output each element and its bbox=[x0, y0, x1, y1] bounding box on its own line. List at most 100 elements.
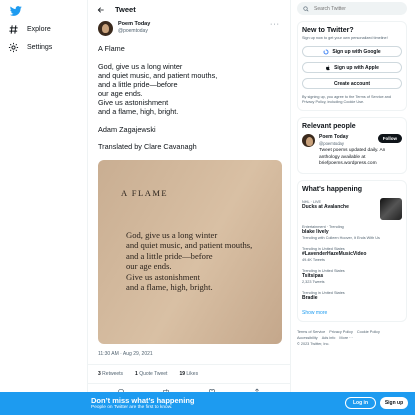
quotes-count: 1 bbox=[135, 370, 138, 377]
trend-name: Bradie bbox=[302, 294, 318, 301]
trend-name: #LavenderHazeMusicVideo bbox=[302, 250, 367, 257]
tweet-photo[interactable]: A FLAME God, give us a long winter and q… bbox=[98, 159, 282, 344]
trend-name: blake lively bbox=[302, 228, 329, 235]
retweets-count: 3 bbox=[98, 370, 101, 377]
photo-line: our age ends. bbox=[126, 261, 172, 272]
left-sidebar: Explore Settings bbox=[0, 0, 85, 392]
retweets-stat[interactable]: 3 Retweets bbox=[98, 371, 123, 377]
whats-happening-title: What's happening bbox=[302, 185, 362, 193]
tweet-timestamp[interactable]: 11:30 AM · Aug 29, 2021 bbox=[88, 344, 290, 365]
tweet-stats: 3 Retweets 1 Quote Tweet 19 Likes bbox=[88, 365, 290, 384]
footer-link[interactable]: More ··· bbox=[339, 336, 353, 340]
signup-button[interactable]: Sign up bbox=[380, 397, 408, 409]
retweets-label: Retweets bbox=[102, 370, 124, 377]
tweet-header: Tweet bbox=[88, 0, 290, 19]
photo-line: Give us astonishment bbox=[126, 271, 200, 282]
google-icon bbox=[323, 49, 329, 54]
tweet-author: Poem Today @poemtoday ··· bbox=[88, 19, 290, 36]
avatar[interactable] bbox=[98, 21, 113, 36]
search-input[interactable] bbox=[314, 5, 394, 12]
nav-explore[interactable]: Explore bbox=[8, 24, 51, 35]
footer-link[interactable]: Cookie Policy bbox=[357, 330, 380, 334]
terms-text: By signing up, you agree to the Terms of… bbox=[302, 95, 391, 104]
photo-line: and a little pride—before bbox=[126, 250, 213, 261]
hashtag-icon bbox=[9, 25, 18, 34]
create-account-button[interactable]: Create account bbox=[302, 78, 402, 89]
banner-headline: Don’t miss what’s happening bbox=[91, 396, 195, 405]
trend-item[interactable]: NHL · LIVE Ducks at Avalanche bbox=[302, 197, 402, 220]
author-handle[interactable]: @poemtoday bbox=[118, 28, 150, 34]
tweet-actions bbox=[88, 384, 290, 392]
trend-item[interactable]: Trending in United States Bradie bbox=[302, 291, 402, 302]
trend-name: Tsitsipas bbox=[302, 272, 324, 279]
poem-line: and quiet music, and patient mouths, bbox=[98, 70, 218, 80]
photo-line: and quiet music, and patient mouths, bbox=[126, 240, 253, 251]
trend-count: Trending with Colleen Hoover, It Ends Wi… bbox=[302, 235, 380, 240]
trend-thumbnail bbox=[380, 197, 402, 220]
footer-link[interactable]: Terms of Service bbox=[297, 330, 325, 334]
photo-line: and a flame, high, bright. bbox=[126, 282, 213, 293]
footer-link[interactable]: Ads info bbox=[322, 336, 336, 340]
relevant-people-title: Relevant people bbox=[302, 123, 356, 130]
trend-item[interactable]: Entertainment · Trending blake lively Tr… bbox=[302, 225, 402, 240]
relevant-bio: Tweet poems updated daily. An anthology … bbox=[319, 148, 386, 166]
gear-icon bbox=[8, 42, 19, 53]
nav-explore-label: Explore bbox=[27, 26, 51, 33]
trend-item[interactable]: Trending in United States #LavenderHazeM… bbox=[302, 247, 402, 262]
follow-button[interactable]: Follow bbox=[377, 134, 402, 143]
main-column: Tweet Poem Today @poemtoday ··· A Flame … bbox=[87, 0, 291, 392]
signup-google-label: Sign up with Google bbox=[332, 48, 381, 55]
copyright-text: © 2023 Twitter, Inc. bbox=[297, 341, 330, 346]
poem-line: and a flame, high, bright. bbox=[98, 107, 179, 117]
signup-apple-button[interactable]: Sign up with Apple bbox=[302, 62, 402, 73]
footer-link[interactable]: Privacy Policy bbox=[329, 330, 353, 334]
show-more-link[interactable]: Show more bbox=[302, 310, 402, 316]
likes-stat[interactable]: 19 Likes bbox=[179, 371, 198, 377]
poem-line: Give us astonishment bbox=[98, 97, 169, 107]
apple-icon bbox=[326, 65, 330, 70]
new-to-twitter-card: New to Twitter? Sign up now to get your … bbox=[297, 21, 407, 111]
whats-happening-card: What's happening NHL · LIVE Ducks at Ava… bbox=[297, 179, 407, 322]
poem-title: A Flame bbox=[98, 44, 125, 53]
relevant-handle[interactable]: @poemtoday bbox=[319, 141, 348, 147]
translator-credit: Translated by Clare Cavanagh bbox=[98, 142, 197, 152]
new-to-twitter-title: New to Twitter? bbox=[302, 27, 354, 34]
trend-count: 2,323 Tweets bbox=[302, 279, 325, 284]
back-arrow-icon[interactable] bbox=[97, 6, 105, 14]
poem-line: our age ends. bbox=[98, 88, 143, 98]
twitter-logo-icon[interactable] bbox=[10, 5, 22, 17]
trend-count: 49.4K Tweets bbox=[302, 257, 325, 262]
app-root: Explore Settings Tweet Poem Today @poemt… bbox=[0, 0, 415, 415]
right-sidebar: New to Twitter? Sign up now to get your … bbox=[297, 0, 407, 392]
nav-settings[interactable]: Settings bbox=[8, 42, 52, 53]
page-title: Tweet bbox=[115, 5, 136, 14]
relevant-people-card: Relevant people Poem Today @poemtoday Fo… bbox=[297, 117, 407, 174]
poet-name: Adam Zagajewski bbox=[98, 124, 156, 134]
login-button[interactable]: Log in bbox=[345, 397, 376, 409]
search-icon bbox=[303, 5, 309, 11]
tweet-text: A Flame God, give us a long winter and q… bbox=[88, 36, 290, 151]
likes-count: 19 bbox=[179, 370, 186, 377]
quotes-stat[interactable]: 1 Quote Tweet bbox=[135, 371, 167, 377]
relevant-name[interactable]: Poem Today bbox=[319, 134, 348, 141]
likes-label: Likes bbox=[186, 370, 199, 377]
footer-links: Terms of Service Privacy Policy Cookie Pol… bbox=[297, 329, 407, 347]
poem-body: God, give us a long winter and quiet mus… bbox=[98, 62, 280, 117]
author-name[interactable]: Poem Today bbox=[118, 21, 150, 28]
photo-poem-text: God, give us a long winter and quiet mus… bbox=[126, 230, 252, 293]
quotes-label: Quote Tweet bbox=[139, 370, 168, 377]
search-box[interactable] bbox=[297, 2, 407, 15]
create-account-label: Create account bbox=[333, 80, 371, 87]
footer-link[interactable]: Accessibility bbox=[297, 336, 318, 340]
signup-google-button[interactable]: Sign up with Google bbox=[302, 46, 402, 57]
photo-line: God, give us a long winter bbox=[126, 229, 218, 240]
photo-poem-title: A FLAME bbox=[121, 187, 169, 198]
poem-line: God, give us a long winter bbox=[98, 61, 183, 71]
more-options-icon[interactable]: ··· bbox=[270, 21, 280, 28]
avatar[interactable] bbox=[302, 134, 315, 147]
trend-item[interactable]: Trending in United States Tsitsipas 2,32… bbox=[302, 269, 402, 284]
signup-apple-label: Sign up with Apple bbox=[334, 64, 379, 71]
nav-settings-label: Settings bbox=[27, 44, 53, 51]
relevant-person[interactable]: Poem Today @poemtoday Follow bbox=[302, 134, 402, 147]
poem-line: and a little pride—before bbox=[98, 79, 178, 89]
